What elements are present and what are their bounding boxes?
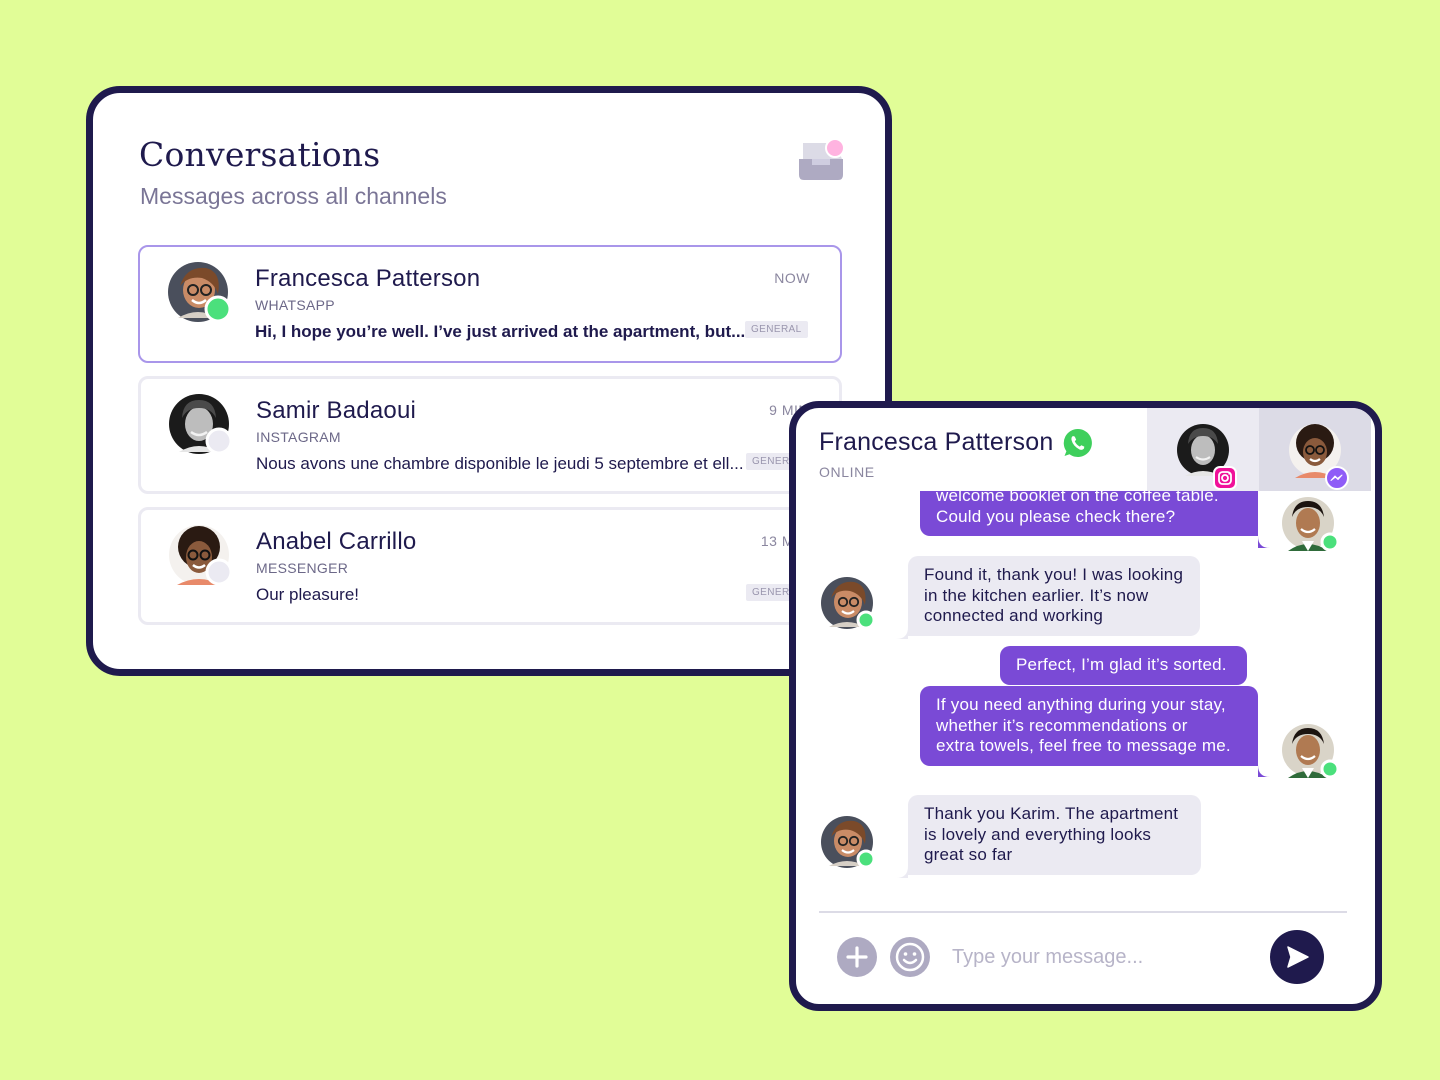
message-input[interactable] xyxy=(946,940,1268,974)
message-line: Found it, thank you! I was looking xyxy=(924,565,1184,584)
message-line: connected and working xyxy=(924,606,1104,625)
timestamp: NOW xyxy=(774,270,810,286)
outgoing-message: If you need anything during your stay, w… xyxy=(920,686,1258,766)
message-preview: Hi, I hope you’re well. I’ve just arrive… xyxy=(255,322,746,341)
channel-label: MESSENGER xyxy=(256,560,349,576)
contact-tab-instagram[interactable] xyxy=(1147,408,1259,491)
chat-contact-name: Francesca Patterson xyxy=(819,428,1054,456)
online-indicator xyxy=(1320,532,1340,552)
panel-subtitle: Messages across all channels xyxy=(140,183,447,209)
conversation-item[interactable]: Anabel Carrillo MESSENGER Our pleasure! … xyxy=(138,507,842,625)
message-preview: Nous avons une chambre disponible le jeu… xyxy=(256,454,744,473)
online-indicator xyxy=(204,295,232,323)
message-line: extra towels, feel free to message me. xyxy=(936,736,1231,755)
contact-name: Anabel Carrillo xyxy=(256,528,417,555)
message-line: Thank you Karim. The apartment xyxy=(924,804,1179,823)
whatsapp-icon xyxy=(1062,427,1094,459)
incoming-message: Found it, thank you! I was looking in th… xyxy=(908,556,1200,636)
contact-name: Francesca Patterson xyxy=(255,265,481,292)
conversations-panel: Conversations Messages across all channe… xyxy=(86,86,892,676)
bubble-tail xyxy=(1258,765,1270,777)
message-line: whether it’s recommendations or xyxy=(936,715,1188,735)
bubble-tail xyxy=(1258,536,1270,548)
contact-name: Samir Badaoui xyxy=(256,397,417,424)
message-thread: welcome booklet on the coffee table. Cou… xyxy=(796,491,1375,891)
online-indicator xyxy=(856,849,876,869)
offline-indicator xyxy=(205,427,233,455)
message-line: in the kitchen earlier. It’s now xyxy=(924,585,1149,605)
composer-divider xyxy=(819,911,1347,913)
online-indicator xyxy=(856,610,876,630)
emoji-icon xyxy=(895,942,925,972)
bubble-tail xyxy=(896,866,908,878)
online-indicator xyxy=(1320,759,1340,779)
message-line: welcome booklet on the coffee table. xyxy=(936,491,1219,505)
outgoing-message: Perfect, I’m glad it’s sorted. xyxy=(1000,646,1247,685)
message-preview: Our pleasure! xyxy=(256,585,359,604)
message-line: great so far xyxy=(924,845,1013,864)
panel-title: Conversations xyxy=(139,135,381,174)
contact-tab-messenger[interactable] xyxy=(1259,408,1371,491)
online-status: ONLINE xyxy=(819,464,875,480)
message-line: is lovely and everything looks xyxy=(924,824,1152,844)
conversation-item[interactable]: Samir Badaoui INSTAGRAM Nous avons une c… xyxy=(138,376,842,494)
offline-indicator xyxy=(205,558,233,586)
message-line: If you need anything during your stay, xyxy=(936,695,1226,714)
send-button[interactable] xyxy=(1270,930,1324,984)
message-line: Could you please check there? xyxy=(936,506,1176,526)
bubble-tail xyxy=(896,627,908,639)
inbox-icon[interactable] xyxy=(793,135,849,191)
category-tag: GENERAL xyxy=(745,321,808,338)
message-line: Perfect, I’m glad it’s sorted. xyxy=(1016,655,1227,674)
emoji-button[interactable] xyxy=(890,937,930,977)
send-icon xyxy=(1287,946,1309,968)
outgoing-message: welcome booklet on the coffee table. Cou… xyxy=(920,491,1258,536)
plus-icon xyxy=(846,946,868,968)
incoming-message: Thank you Karim. The apartment is lovely… xyxy=(908,795,1201,875)
messenger-icon xyxy=(1325,466,1349,490)
instagram-icon xyxy=(1213,466,1237,490)
channel-label: INSTAGRAM xyxy=(256,429,341,445)
chat-panel: Francesca Patterson ONLINE welcome bookl… xyxy=(789,401,1382,1011)
add-attachment-button[interactable] xyxy=(837,937,877,977)
conversation-item[interactable]: Francesca Patterson WHATSAPP Hi, I hope … xyxy=(138,245,842,363)
channel-label: WHATSAPP xyxy=(255,297,335,313)
